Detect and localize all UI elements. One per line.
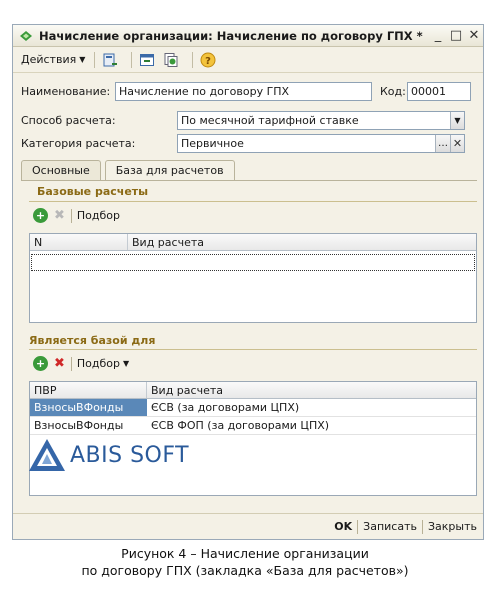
figure-caption-line-1: Рисунок 4 – Начисление организации — [121, 546, 369, 561]
save-button[interactable]: Записать — [363, 520, 417, 533]
section-divider — [29, 201, 477, 202]
table-header: N Вид расчета — [30, 234, 476, 251]
pvr-cell[interactable]: ВзносыВФонды — [30, 417, 147, 434]
close-button[interactable]: Закрыть — [428, 520, 477, 533]
is-base-select-button[interactable]: Подбор ▼ — [77, 357, 129, 370]
tab-strip: Основные База для расчетов — [21, 160, 239, 181]
calc-method-value: По месячной тарифной ставке — [181, 114, 359, 127]
toolbar-separator — [192, 51, 194, 68]
actions-label: Действия — [21, 53, 77, 66]
button-separator — [422, 519, 423, 534]
button-separator — [357, 519, 359, 534]
save-close-icon[interactable] — [101, 51, 119, 69]
copy-document-icon[interactable] — [162, 51, 180, 69]
column-header-n[interactable]: N — [30, 234, 128, 250]
category-value: Первичное — [181, 137, 244, 150]
category-label: Категория расчета: — [21, 137, 136, 150]
choose-ellipsis-icon[interactable]: … — [435, 135, 450, 152]
add-icon[interactable]: + — [33, 356, 48, 371]
help-icon[interactable]: ? — [199, 51, 217, 69]
name-label: Наименование: — [21, 85, 111, 98]
category-select[interactable]: Первичное … ✕ — [177, 134, 465, 153]
name-field[interactable]: Начисление по договору ГПХ — [115, 82, 372, 101]
is-base-select-label: Подбор — [76, 357, 121, 370]
ok-button[interactable]: OK — [334, 520, 352, 533]
minimize-button[interactable]: _ — [429, 28, 447, 43]
maximize-button[interactable]: □ — [447, 28, 465, 43]
dropdown-arrow-icon[interactable]: ▼ — [450, 112, 464, 129]
bottom-bar: OK Записать Закрыть — [13, 513, 483, 539]
table-row[interactable]: ВзносыВФонды ЄСВ (за договорами ЦПХ) — [30, 399, 476, 417]
calc-method-select[interactable]: По месячной тарифной ставке ▼ — [177, 111, 465, 130]
table-header: ПВР Вид расчета — [30, 382, 476, 399]
chevron-down-icon: ▼ — [79, 55, 86, 64]
toolbar: Действия ▼ ? — [13, 47, 483, 73]
actions-menu[interactable]: Действия ▼ — [18, 51, 88, 68]
empty-focus-row[interactable] — [31, 254, 475, 271]
close-window-button[interactable]: ✕ — [465, 28, 483, 43]
base-select-button[interactable]: Подбор — [77, 209, 120, 222]
is-base-for-toolbar: + ✖ Подбор ▼ — [33, 356, 129, 371]
add-icon[interactable]: + — [33, 208, 48, 223]
figure-caption-line-2: по договору ГПХ (закладка «База для расч… — [81, 563, 409, 578]
code-field[interactable]: 00001 — [407, 82, 471, 101]
structure-icon[interactable] — [138, 51, 156, 69]
svg-text:?: ? — [205, 56, 211, 67]
toolbar-separator — [70, 208, 72, 223]
name-row: Наименование: Начисление по договору ГПХ… — [21, 82, 471, 101]
title-bar: Начисление организации: Начисление по до… — [13, 25, 483, 47]
base-calcs-title: Базовые расчеты — [37, 185, 149, 198]
delete-icon[interactable]: ✖ — [54, 356, 65, 371]
logo-text: ABIS SOFT — [70, 442, 190, 468]
delete-icon[interactable]: ✖ — [54, 208, 65, 223]
calc-type-cell[interactable]: ЄСВ ФОП (за договорами ЦПХ) — [147, 417, 476, 434]
section-divider — [29, 349, 477, 350]
category-row: Категория расчета: Первичное … ✕ — [21, 134, 465, 153]
toolbar-separator — [94, 51, 96, 68]
toolbar-separator — [131, 51, 133, 68]
calc-type-cell[interactable]: ЄСВ (за договорами ЦПХ) — [147, 399, 476, 416]
clear-icon[interactable]: ✕ — [450, 135, 464, 152]
column-header-pvr[interactable]: ПВР — [30, 382, 147, 398]
abis-soft-logo: ABIS SOFT — [28, 438, 189, 472]
pvr-cell[interactable]: ВзносыВФонды — [30, 399, 147, 416]
app-icon — [20, 30, 32, 41]
window-title: Начисление организации: Начисление по до… — [39, 28, 423, 43]
tab-main[interactable]: Основные — [21, 160, 101, 180]
calc-method-row: Способ расчета: По месячной тарифной ста… — [21, 111, 465, 130]
is-base-for-title: Является базой для — [29, 334, 156, 347]
toolbar-separator — [70, 356, 72, 371]
chevron-down-icon: ▼ — [123, 359, 130, 368]
base-calcs-toolbar: + ✖ Подбор — [33, 208, 120, 223]
code-label: Код: — [380, 85, 406, 98]
base-calcs-table[interactable]: N Вид расчета — [29, 233, 477, 323]
column-header-calc-type[interactable]: Вид расчета — [147, 382, 476, 398]
column-header-calc-type[interactable]: Вид расчета — [128, 234, 476, 250]
calc-method-label: Способ расчета: — [21, 114, 116, 127]
logo-triangle-icon — [29, 439, 65, 471]
table-row[interactable]: ВзносыВФонды ЄСВ ФОП (за договорами ЦПХ) — [30, 417, 476, 435]
tab-calc-base[interactable]: База для расчетов — [104, 160, 235, 181]
